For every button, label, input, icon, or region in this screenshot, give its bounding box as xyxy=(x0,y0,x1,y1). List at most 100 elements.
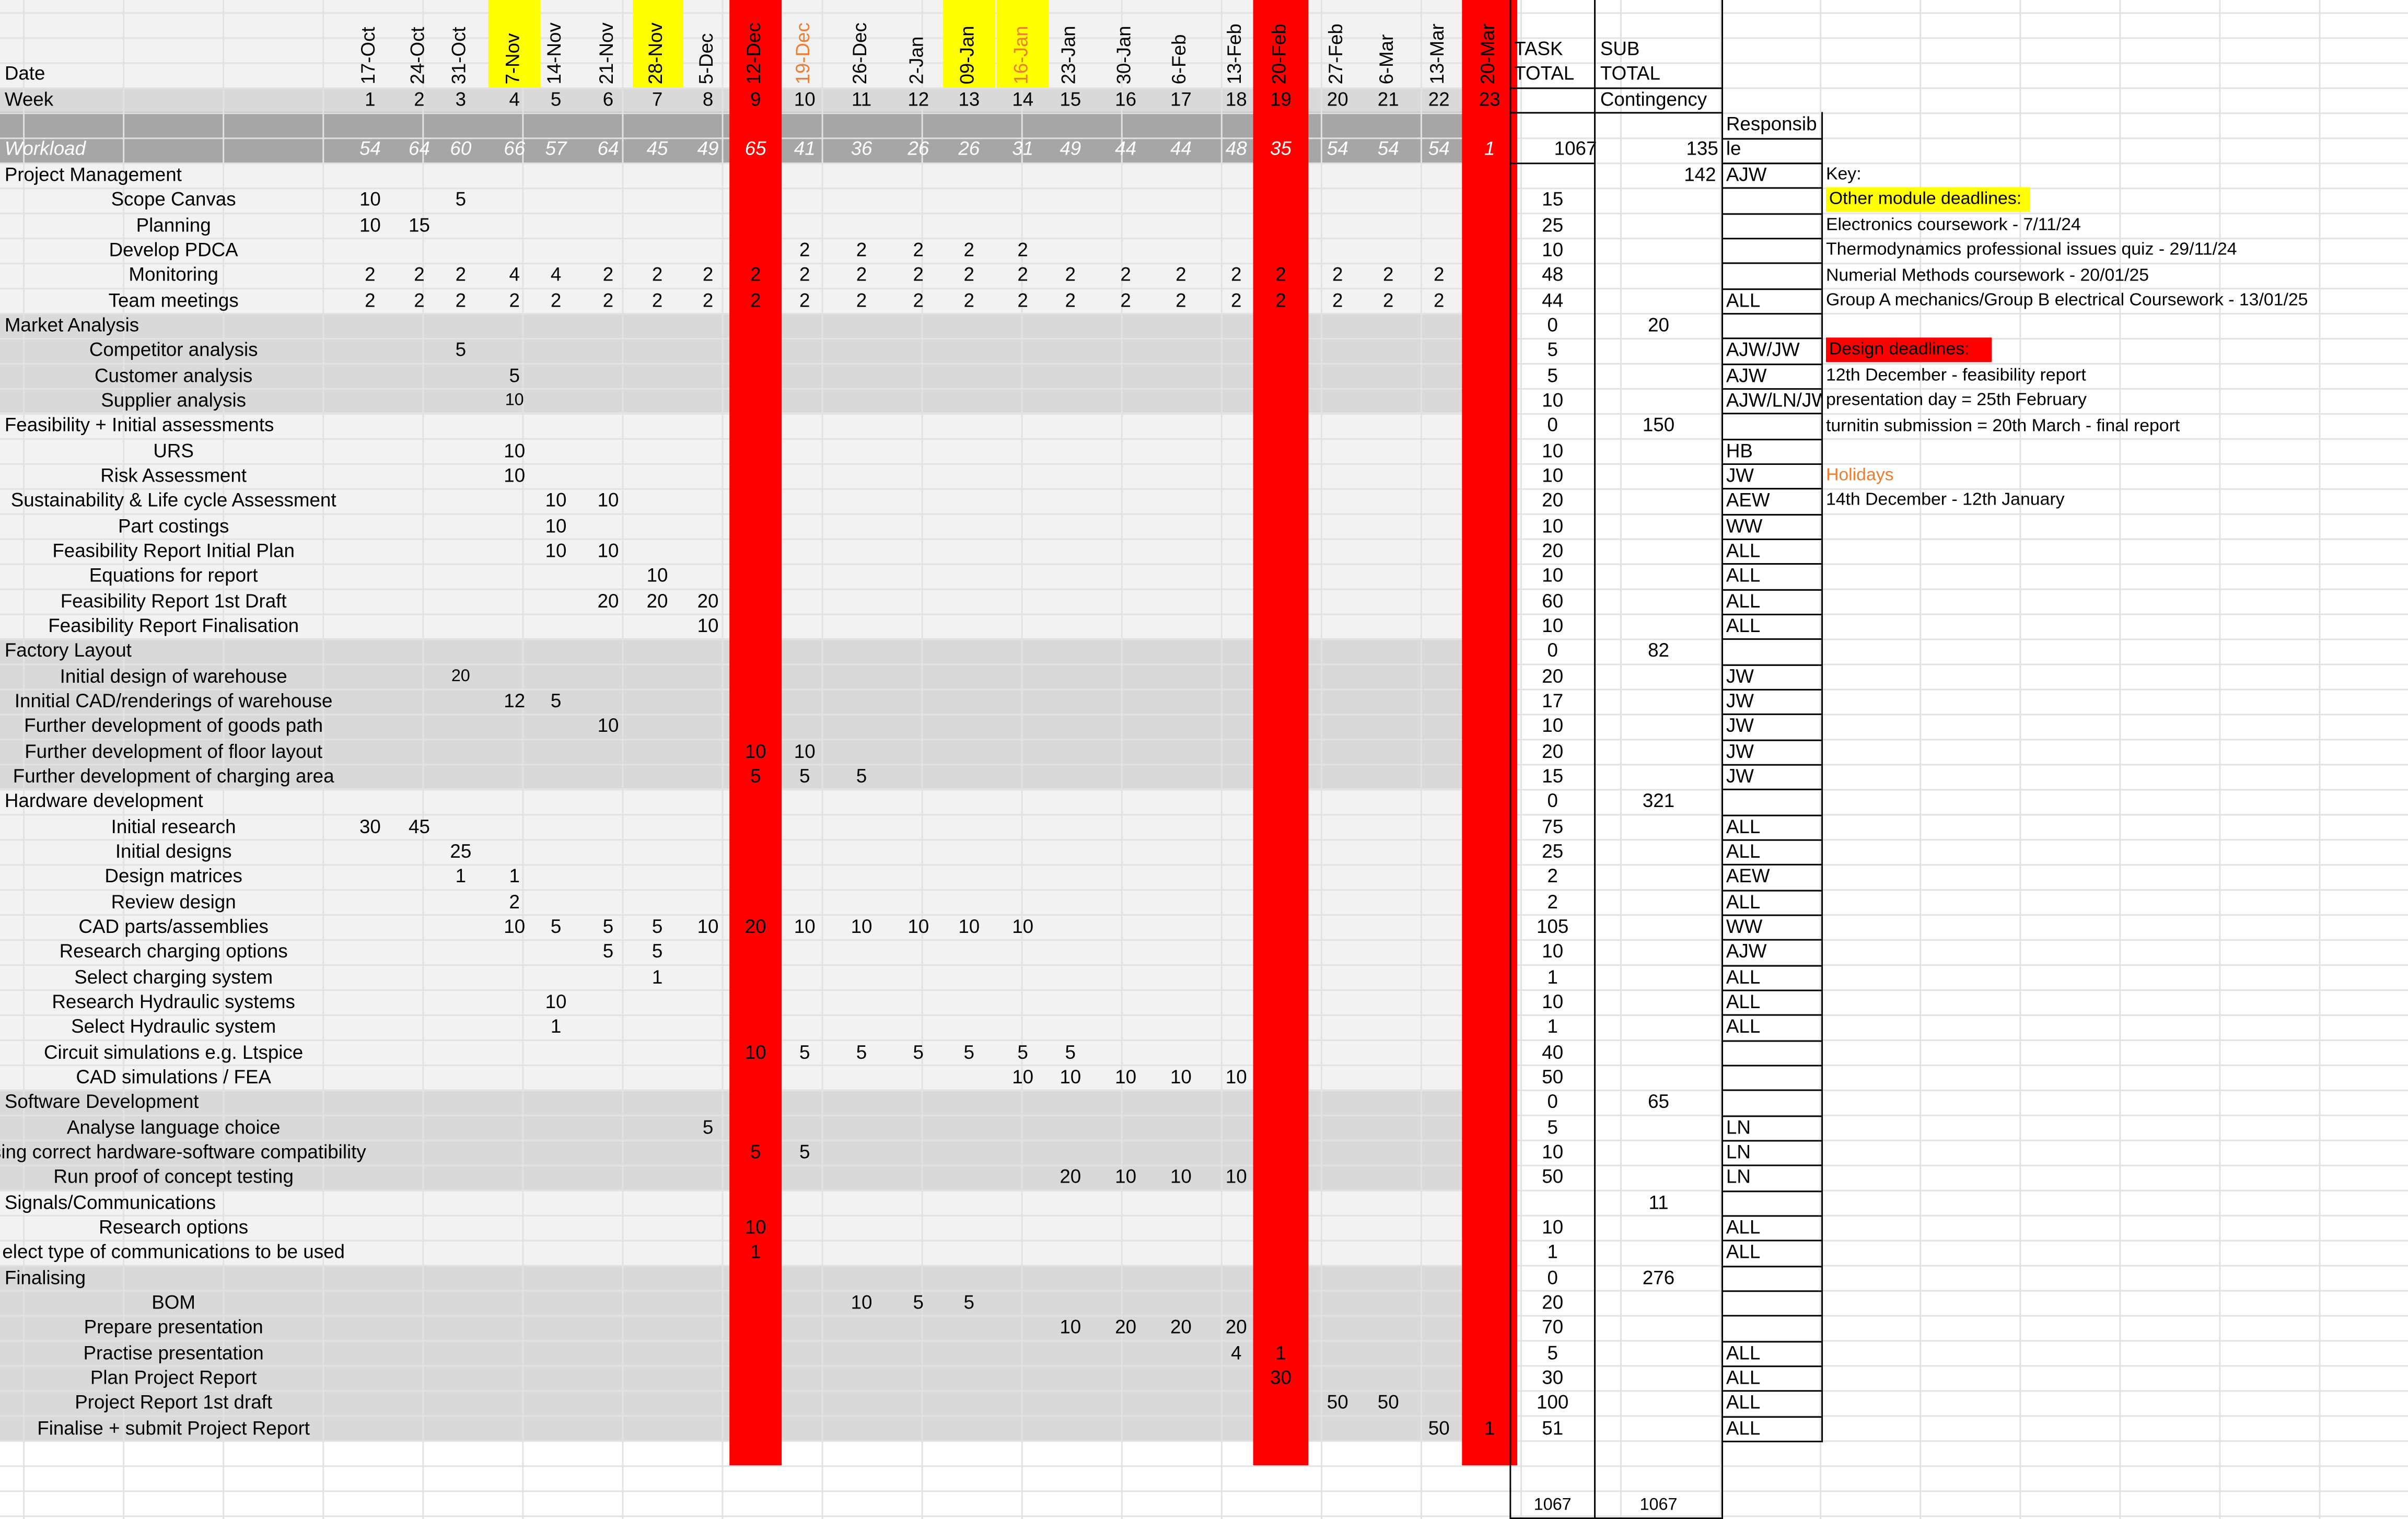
hours-cell[interactable]: 10 xyxy=(946,914,992,939)
hours-cell[interactable]: 2 xyxy=(1314,263,1360,287)
hours-cell[interactable]: 2 xyxy=(839,263,885,287)
hours-cell[interactable]: 2 xyxy=(492,288,538,312)
hours-cell[interactable]: 2 xyxy=(634,263,680,287)
hours-cell[interactable]: 5 xyxy=(685,1115,731,1139)
hours-cell[interactable]: 2 xyxy=(585,288,631,312)
hours-cell[interactable]: 10 xyxy=(782,739,828,764)
responsible-cell[interactable]: ALL xyxy=(1726,1391,1821,1415)
responsible-cell[interactable]: ALL xyxy=(1726,1240,1821,1265)
hours-cell[interactable]: 4 xyxy=(533,263,579,287)
hours-cell[interactable]: 2 xyxy=(1213,263,1259,287)
hours-cell[interactable]: 10 xyxy=(732,1039,778,1064)
hours-cell[interactable]: 20 xyxy=(1158,1315,1204,1340)
responsible-cell[interactable]: WW xyxy=(1726,914,1821,939)
responsible-cell[interactable]: ALL xyxy=(1726,1340,1821,1365)
responsible-cell[interactable]: HB xyxy=(1726,438,1821,463)
hours-cell[interactable]: 20 xyxy=(685,589,731,613)
hours-cell[interactable]: 10 xyxy=(1048,1065,1094,1089)
hours-cell[interactable]: 2 xyxy=(1416,263,1462,287)
responsible-cell[interactable]: ALL xyxy=(1726,589,1821,613)
hours-cell[interactable]: 2 xyxy=(1258,263,1304,287)
responsible-cell[interactable]: ALL xyxy=(1726,814,1821,839)
responsible-cell[interactable]: ALL xyxy=(1726,288,1821,312)
hours-cell[interactable]: 2 xyxy=(782,288,828,312)
hours-cell[interactable]: 2 xyxy=(732,288,778,312)
hours-cell[interactable]: 10 xyxy=(634,564,680,588)
hours-cell[interactable]: 50 xyxy=(1365,1391,1411,1415)
hours-cell[interactable]: 2 xyxy=(1158,288,1204,312)
hours-cell[interactable]: 30 xyxy=(347,814,393,839)
hours-cell[interactable]: 2 xyxy=(946,238,992,262)
hours-cell[interactable]: 2 xyxy=(1258,288,1304,312)
hours-cell[interactable]: 5 xyxy=(782,1039,828,1064)
hours-cell[interactable]: 2 xyxy=(839,238,885,262)
hours-cell[interactable]: 5 xyxy=(492,363,538,388)
hours-cell[interactable]: 10 xyxy=(732,1215,778,1240)
hours-cell[interactable]: 10 xyxy=(1158,1065,1204,1089)
responsible-cell[interactable]: JW xyxy=(1726,739,1821,764)
hours-cell[interactable]: 5 xyxy=(533,914,579,939)
responsible-cell[interactable]: AEW xyxy=(1726,864,1821,889)
hours-cell[interactable]: 10 xyxy=(347,188,393,212)
hours-cell[interactable]: 2 xyxy=(1000,288,1046,312)
hours-cell[interactable]: 2 xyxy=(946,263,992,287)
hours-cell[interactable]: 2 xyxy=(1000,263,1046,287)
responsible-cell[interactable]: ALL xyxy=(1726,1365,1821,1390)
responsible-cell[interactable]: ALL xyxy=(1726,1416,1821,1440)
hours-cell[interactable]: 1 xyxy=(533,1014,579,1039)
hours-cell[interactable]: 5 xyxy=(839,764,885,789)
responsible-cell[interactable]: ALL xyxy=(1726,539,1821,563)
hours-cell[interactable]: 10 xyxy=(1213,1165,1259,1189)
responsible-cell[interactable]: JW xyxy=(1726,463,1821,488)
hours-cell[interactable]: 1 xyxy=(438,864,484,889)
hours-cell[interactable]: 2 xyxy=(1314,288,1360,312)
responsible-cell[interactable]: JW xyxy=(1726,689,1821,714)
hours-cell[interactable]: 50 xyxy=(1314,1391,1360,1415)
hours-cell[interactable]: 12 xyxy=(492,689,538,714)
hours-cell[interactable]: 2 xyxy=(1048,263,1094,287)
hours-cell[interactable]: 10 xyxy=(585,539,631,563)
hours-cell[interactable]: 5 xyxy=(1048,1039,1094,1064)
responsible-cell[interactable]: ALL xyxy=(1726,1014,1821,1039)
hours-cell[interactable]: 2 xyxy=(634,288,680,312)
hours-cell[interactable]: 10 xyxy=(492,914,538,939)
hours-cell[interactable]: 2 xyxy=(347,288,393,312)
hours-cell[interactable]: 5 xyxy=(732,764,778,789)
hours-cell[interactable]: 10 xyxy=(347,213,393,237)
responsible-cell[interactable]: AJW/JW xyxy=(1726,338,1821,363)
hours-cell[interactable]: 20 xyxy=(585,589,631,613)
hours-cell[interactable]: 2 xyxy=(1048,288,1094,312)
hours-cell[interactable]: 2 xyxy=(1213,288,1259,312)
hours-cell[interactable]: 2 xyxy=(396,288,442,312)
hours-cell[interactable]: 5 xyxy=(533,689,579,714)
hours-cell[interactable]: 20 xyxy=(1213,1315,1259,1340)
hours-cell[interactable]: 10 xyxy=(492,463,538,488)
hours-cell[interactable]: 2 xyxy=(895,263,941,287)
hours-cell[interactable]: 10 xyxy=(1158,1165,1204,1189)
hours-cell[interactable]: 10 xyxy=(1102,1165,1148,1189)
hours-cell[interactable]: 10 xyxy=(1213,1065,1259,1089)
hours-cell[interactable]: 10 xyxy=(533,539,579,563)
hours-cell[interactable]: 2 xyxy=(685,263,731,287)
hours-cell[interactable]: 10 xyxy=(1000,914,1046,939)
responsible-cell[interactable]: ALL xyxy=(1726,614,1821,638)
responsible-cell[interactable]: ALL xyxy=(1726,564,1821,588)
hours-cell[interactable]: 10 xyxy=(492,388,538,413)
responsible-cell[interactable]: AJW xyxy=(1726,162,1821,187)
hours-cell[interactable]: 10 xyxy=(895,914,941,939)
hours-cell[interactable]: 2 xyxy=(438,288,484,312)
hours-cell[interactable]: 1 xyxy=(634,964,680,989)
hours-cell[interactable]: 5 xyxy=(585,914,631,939)
hours-cell[interactable]: 2 xyxy=(438,263,484,287)
hours-cell[interactable]: 2 xyxy=(1000,238,1046,262)
hours-cell[interactable]: 4 xyxy=(1213,1340,1259,1365)
hours-cell[interactable]: 5 xyxy=(782,1140,828,1164)
hours-cell[interactable]: 2 xyxy=(946,288,992,312)
hours-cell[interactable]: 2 xyxy=(1365,263,1411,287)
responsible-cell[interactable]: LN xyxy=(1726,1140,1821,1164)
hours-cell[interactable]: 5 xyxy=(585,939,631,964)
hours-cell[interactable]: 20 xyxy=(1048,1165,1094,1189)
responsible-cell[interactable]: LN xyxy=(1726,1165,1821,1189)
responsible-cell[interactable]: AJW xyxy=(1726,939,1821,964)
hours-cell[interactable]: 2 xyxy=(782,238,828,262)
